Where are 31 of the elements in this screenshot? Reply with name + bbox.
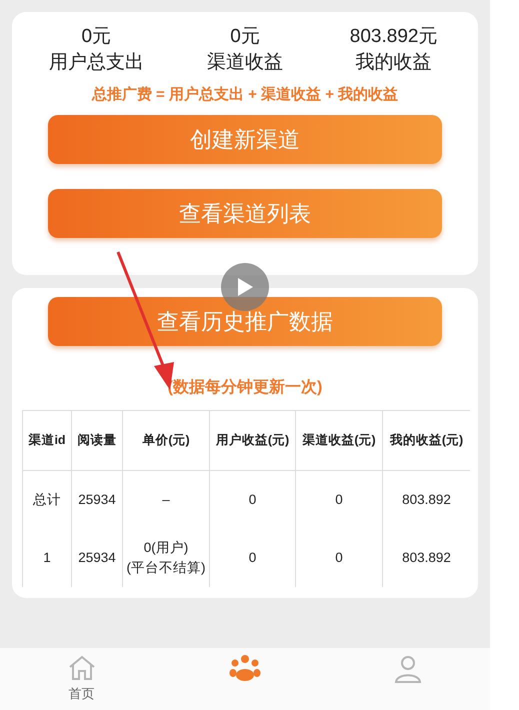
table-cell: 25934 [72, 471, 123, 529]
stat-value: 803.892元 [350, 25, 438, 49]
table-cell: 0(用户) (平台不结算) [123, 529, 210, 587]
stat-label: 我的收益 [356, 51, 432, 75]
action-button[interactable]: 创建新渠道 [48, 114, 442, 164]
column-header: 用户收益(元) [210, 411, 296, 470]
column-header: 阅读量 [72, 411, 123, 470]
column-header: 我的收益(元) [388, 432, 464, 450]
stat-value: 0元 [230, 25, 260, 49]
column-header: 渠道id [22, 411, 72, 470]
stat-value: 0元 [82, 25, 112, 49]
table-cell: 25934 [72, 529, 123, 587]
table-cell: 1 [22, 529, 72, 587]
action-button[interactable]: 查看渠道列表 [48, 188, 442, 238]
column-header: 渠道收益(元) [296, 411, 383, 470]
stat-label: 渠道收益 [206, 51, 283, 75]
stat-label: 用户总支出 [48, 51, 144, 75]
table-cell: 0 [296, 529, 383, 587]
table-cell: – [123, 471, 210, 529]
table-cell: 0 [296, 471, 383, 529]
table-cell-text: 803.892 [401, 491, 452, 509]
table-cell: 总计 [22, 471, 72, 529]
table-cell: 0 [210, 471, 296, 529]
nav-label: 首页 [68, 685, 95, 703]
history-button[interactable]: 查看历史推广数据 [48, 297, 442, 346]
table-cell-text: 803.892 [401, 549, 452, 567]
column-header: 单价(元) [123, 411, 210, 470]
play-icon [235, 276, 255, 298]
table-cell: 0 [210, 529, 296, 587]
formula-text: 总推广费 = 用户总支出 + 渠道收益 + 我的收益 [90, 85, 400, 105]
nav-tab[interactable]: 首页 [22, 654, 142, 704]
